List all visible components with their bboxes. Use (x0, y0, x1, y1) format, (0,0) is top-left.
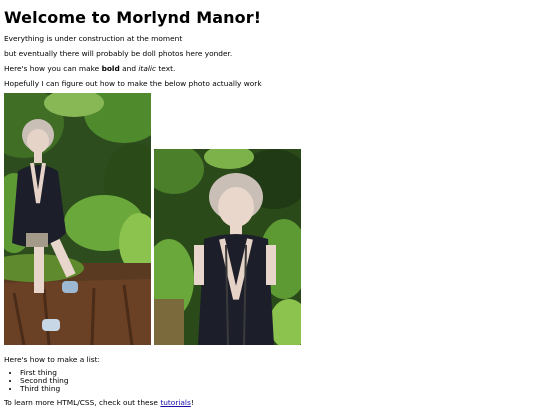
photo-note-text: Hopefully I can figure out how to make t… (4, 79, 262, 88)
page-content: Welcome to Morlynd Manor! Everything is … (4, 0, 536, 408)
list-item: Third thing (20, 385, 536, 393)
example-list: First thing Second thing Third thing (4, 369, 536, 393)
list-item: First thing (20, 369, 536, 377)
format-middle: and (119, 64, 139, 73)
construction-text: Everything is under construction at the … (4, 34, 183, 43)
tutorials-link[interactable]: tutorials (160, 398, 191, 407)
doll-photos-text: but eventually there will probably be do… (4, 49, 233, 58)
italic-word: italic (138, 64, 157, 73)
page-title: Welcome to Morlynd Manor! (4, 8, 262, 27)
bold-word: bold (101, 64, 120, 73)
doll-photo-portrait (154, 149, 301, 345)
format-prefix: Here's how you can make (4, 64, 102, 73)
learn-more-text: To learn more HTML/CSS, check out these … (4, 398, 536, 408)
format-suffix: text. (156, 64, 176, 73)
list-item: Second thing (20, 377, 536, 385)
learn-more-prefix: To learn more HTML/CSS, check out these (4, 398, 161, 407)
doll-photo-standing (4, 93, 151, 345)
format-text: Here's how you can make bold and italic … (4, 64, 536, 74)
list-intro-text: Here's how to make a list: (4, 355, 100, 364)
learn-more-suffix: ! (190, 398, 194, 407)
photo-row (4, 93, 536, 347)
